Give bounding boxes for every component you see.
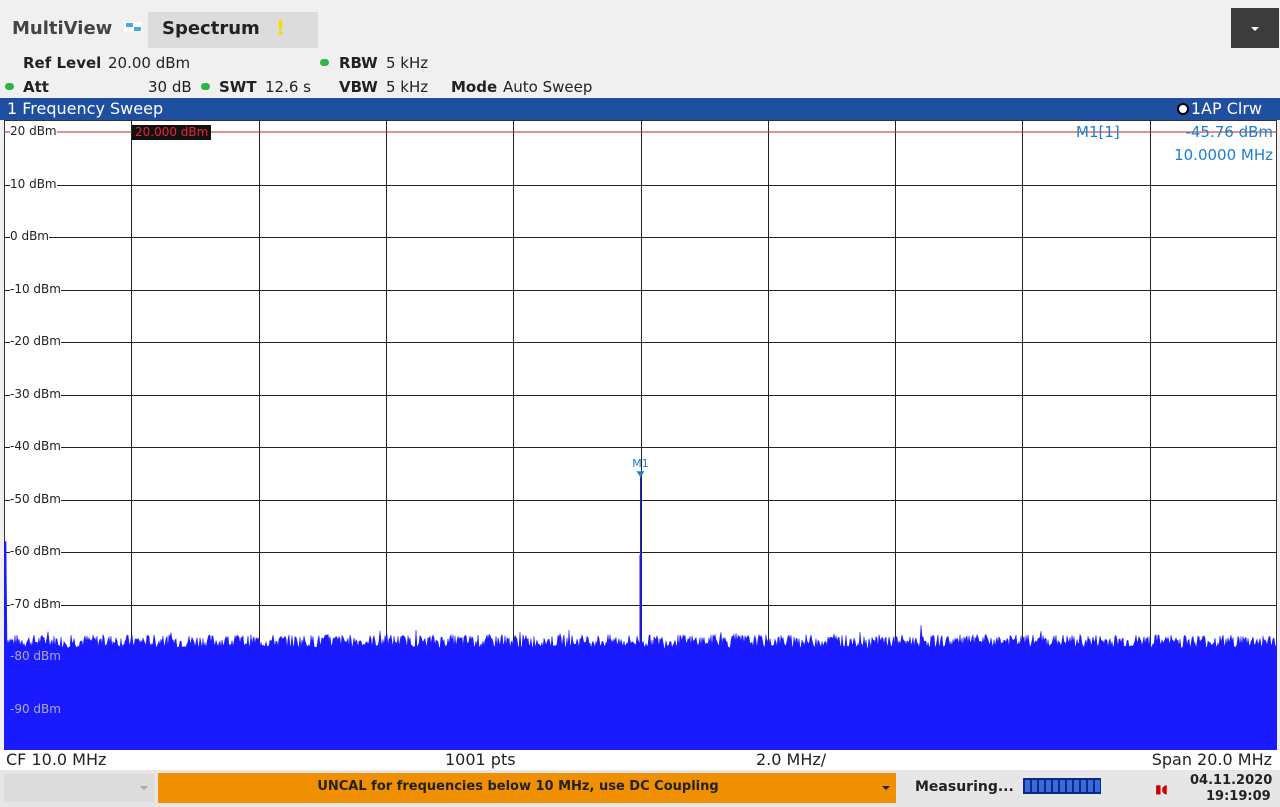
multiview-icon [124, 22, 142, 32]
network-icon: ▮◖ [1155, 782, 1168, 796]
vbw-label: VBW [339, 78, 378, 96]
spectrum-chart: M1 [4, 120, 1277, 750]
progress-block [1095, 780, 1100, 792]
mode-value[interactable]: Auto Sweep [503, 78, 592, 96]
tab-spectrum-label: Spectrum [162, 18, 260, 39]
status-dropdown[interactable] [4, 774, 154, 802]
chevron-down-icon [882, 786, 890, 790]
rbw-label: RBW [339, 54, 378, 72]
y-tick-label: -10 dBm [10, 281, 61, 296]
time: 19:19:09 [1206, 789, 1271, 804]
trace-icon [1176, 103, 1189, 115]
rbw-value[interactable]: 5 kHz [386, 54, 428, 72]
frequency-per-division: 2.0 MHz/ [756, 750, 827, 769]
date: 04.11.2020 [1190, 773, 1273, 788]
progress-block [1039, 780, 1044, 792]
panel-title-bar: 1 Frequency Sweep 1AP Clrw [0, 98, 1280, 120]
top-bar: MultiView Spectrum ! [0, 0, 1280, 50]
span: Span 20.0 MHz [1151, 750, 1272, 769]
chevron-down-icon [1251, 27, 1259, 31]
status-dot-icon [5, 83, 14, 90]
status-bar: UNCAL for frequencies below 10 MHz, use … [0, 770, 1280, 807]
tab-spectrum[interactable]: Spectrum ! [148, 12, 318, 48]
progress-block [1053, 780, 1058, 792]
ref-level-label: Ref Level [23, 54, 102, 72]
ref-level-value[interactable]: 20.00 dBm [108, 54, 190, 72]
uncal-message-bar[interactable]: UNCAL for frequencies below 10 MHz, use … [158, 773, 896, 803]
marker-level: -45.76 dBm [1185, 123, 1273, 141]
center-frequency: CF 10.0 MHz [6, 750, 107, 769]
ref-line-label: 20.000 dBm [132, 125, 212, 140]
y-tick-label: -90 dBm [10, 701, 61, 716]
marker-label: M1 [632, 457, 649, 470]
swt-value[interactable]: 12.6 s [265, 78, 311, 96]
warning-icon: ! [276, 16, 286, 40]
y-tick-label: -40 dBm [10, 439, 61, 453]
vbw-value[interactable]: 5 kHz [386, 78, 428, 96]
att-value[interactable]: 30 dB [148, 78, 192, 96]
chevron-down-icon [140, 786, 148, 790]
progress-block [1046, 780, 1051, 792]
measuring-status: Measuring... [915, 779, 1014, 795]
mode-label: Mode [451, 78, 498, 96]
frequency-axis: CF 10.0 MHz 1001 pts 2.0 MHz/ Span 20.0 … [0, 750, 1280, 770]
status-dot-icon [320, 59, 329, 66]
status-dot-icon [201, 83, 210, 90]
progress-block [1025, 780, 1030, 792]
marker-frequency: 10.0000 MHz [1174, 146, 1273, 164]
progress-block [1074, 780, 1079, 792]
menu-dropdown-button[interactable] [1231, 8, 1279, 48]
y-tick-label: -30 dBm [10, 386, 61, 401]
y-tick-label: 20 dBm [10, 124, 57, 138]
progress-block [1088, 780, 1093, 792]
progress-block [1081, 780, 1086, 792]
trace-info: 1AP Clrw [1176, 99, 1262, 118]
uncal-message: UNCAL for frequencies below 10 MHz, use … [317, 779, 719, 794]
progress-block [1067, 780, 1072, 792]
y-tick-label: -70 dBm [10, 596, 61, 611]
y-tick-label: 10 dBm [10, 176, 57, 191]
spectrum-plot[interactable]: M1 20.000 dBm M1[1] -45.76 dBm 10.0000 M… [4, 120, 1277, 750]
progress-block [1060, 780, 1065, 792]
settings-bar: Ref Level 20.00 dBm RBW 5 kHz Att 30 dB … [0, 50, 1280, 98]
y-tick-label: 0 dBm [10, 229, 49, 243]
y-tick-label: -50 dBm [10, 491, 61, 506]
att-label: Att [23, 78, 49, 96]
tab-multiview[interactable]: MultiView [12, 18, 112, 39]
progress-block [1032, 780, 1037, 792]
sweep-points: 1001 pts [445, 750, 516, 769]
swt-label: SWT [219, 78, 257, 96]
marker-name: M1[1] [1076, 123, 1120, 141]
y-tick-label: -80 dBm [10, 649, 61, 663]
progress-indicator [1023, 778, 1101, 794]
panel-title: 1 Frequency Sweep [7, 99, 164, 118]
marker-triangle-icon [636, 471, 645, 478]
y-tick-label: -20 dBm [10, 334, 61, 348]
y-tick-label: -60 dBm [10, 544, 61, 558]
